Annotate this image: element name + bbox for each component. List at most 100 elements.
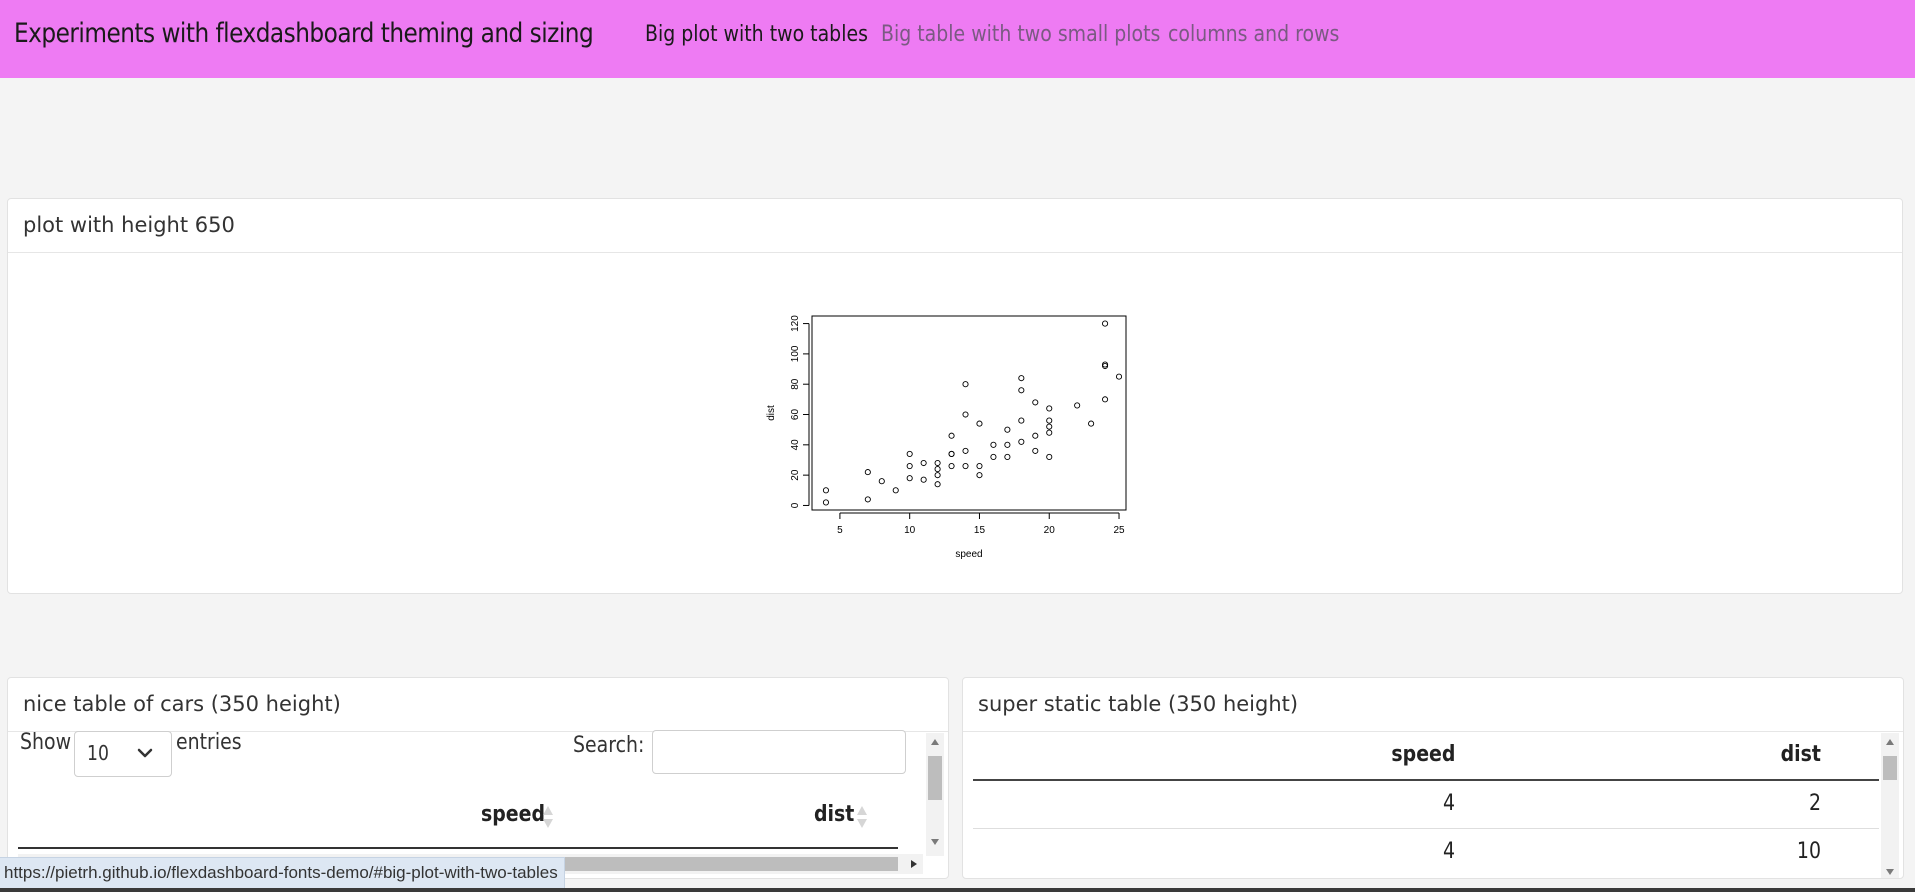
row-separator bbox=[973, 828, 1879, 829]
plot-frame bbox=[811, 315, 1127, 511]
data-point bbox=[1004, 426, 1011, 433]
sort-icon[interactable] bbox=[542, 804, 554, 830]
data-point bbox=[962, 411, 969, 418]
scrollbar-thumb[interactable] bbox=[1883, 756, 1897, 780]
data-point bbox=[1115, 373, 1123, 380]
scroll-right-icon[interactable] bbox=[911, 860, 917, 868]
column-header-speed: speed bbox=[1390, 742, 1455, 767]
table-cell: 4 bbox=[1442, 839, 1455, 864]
data-point bbox=[948, 462, 955, 470]
column-header-speed[interactable]: speed bbox=[481, 802, 545, 827]
data-point bbox=[906, 475, 913, 482]
entries-label: entries bbox=[176, 730, 242, 755]
navbar: Experiments with flexdashboard theming a… bbox=[0, 0, 1915, 78]
data-point bbox=[920, 459, 927, 467]
data-point bbox=[962, 462, 969, 470]
x-axis-label: speed bbox=[955, 549, 982, 560]
data-point bbox=[822, 487, 830, 494]
search-label: Search: bbox=[573, 733, 645, 758]
data-point bbox=[1032, 432, 1039, 439]
panel-divider bbox=[8, 252, 1902, 253]
data-point bbox=[976, 420, 983, 427]
data-point bbox=[1046, 417, 1053, 424]
data-point bbox=[878, 478, 885, 485]
data-point bbox=[990, 441, 997, 448]
data-point bbox=[976, 472, 983, 479]
data-point bbox=[1074, 402, 1081, 409]
sort-icon[interactable] bbox=[856, 804, 868, 830]
data-point bbox=[906, 450, 913, 457]
plot-panel: plot with height 650 5 10 15 20 25 0 20 40 60 80 1… bbox=[7, 198, 1903, 594]
dashboard-title[interactable]: Experiments with flexdashboard theming a… bbox=[14, 18, 594, 49]
page-length-select[interactable]: 10 bbox=[74, 731, 172, 777]
data-point bbox=[1018, 375, 1025, 382]
x-tick-label: 5 bbox=[837, 525, 843, 536]
data-point bbox=[1088, 420, 1095, 427]
data-point bbox=[1046, 429, 1053, 436]
y-tick-label: 40 bbox=[790, 439, 801, 451]
datatable-panel-title: nice table of cars (350 height) bbox=[23, 692, 341, 716]
x-tick-label: 20 bbox=[1044, 525, 1056, 536]
vertical-scrollbar[interactable] bbox=[926, 733, 944, 856]
plot-panel-title: plot with height 650 bbox=[23, 213, 235, 237]
scatter-plot: 5 10 15 20 25 0 20 40 60 80 100 120 speed dist bbox=[766, 315, 1127, 560]
table-cell: 4 bbox=[1442, 791, 1455, 816]
column-header-dist: dist bbox=[1780, 742, 1821, 767]
tab-big-table-with-two-small-plots[interactable]: Big table with two small plots bbox=[881, 22, 1160, 47]
scroll-down-icon[interactable] bbox=[1886, 869, 1894, 875]
header-separator bbox=[18, 847, 898, 849]
data-point bbox=[1032, 447, 1039, 454]
tab-columns-and-rows[interactable]: columns and rows bbox=[1168, 22, 1339, 47]
y-axis-label: dist bbox=[766, 405, 777, 421]
y-tick-label: 0 bbox=[790, 502, 801, 508]
header-separator bbox=[973, 779, 1879, 781]
data-point bbox=[1004, 441, 1011, 448]
data-point bbox=[1046, 453, 1053, 461]
x-tick-label: 15 bbox=[974, 525, 986, 536]
panel-divider bbox=[963, 731, 1903, 732]
data-point bbox=[906, 462, 913, 470]
data-point bbox=[1046, 423, 1053, 430]
data-point bbox=[1102, 396, 1109, 403]
data-point bbox=[1018, 438, 1025, 445]
data-point bbox=[962, 447, 969, 454]
data-point bbox=[934, 481, 941, 488]
x-tick-label: 10 bbox=[904, 525, 916, 536]
data-point bbox=[948, 450, 955, 457]
column-header-dist[interactable]: dist bbox=[814, 802, 854, 827]
data-point bbox=[864, 469, 871, 476]
scrollbar-thumb[interactable] bbox=[928, 756, 942, 800]
vertical-scrollbar[interactable] bbox=[1881, 733, 1899, 878]
data-point bbox=[934, 466, 941, 473]
data-point bbox=[990, 453, 997, 461]
page-length-value: 10 bbox=[87, 741, 109, 765]
data-point bbox=[1102, 320, 1109, 327]
x-tick-label: 25 bbox=[1113, 525, 1125, 536]
y-tick-label: 120 bbox=[790, 315, 801, 332]
search-input[interactable] bbox=[652, 730, 906, 774]
show-label: Show bbox=[20, 730, 72, 755]
table-cell: 2 bbox=[1808, 791, 1821, 816]
y-tick-label: 20 bbox=[790, 469, 801, 481]
data-point bbox=[892, 487, 899, 494]
static-table-panel: super static table (350 height) speed di… bbox=[962, 677, 1904, 879]
datatable-panel: nice table of cars (350 height) Show 10 … bbox=[7, 677, 949, 879]
table-cell: 10 bbox=[1796, 839, 1821, 864]
y-tick-label: 100 bbox=[790, 345, 801, 362]
data-point bbox=[948, 432, 955, 439]
scroll-up-icon[interactable] bbox=[1886, 739, 1894, 745]
data-point bbox=[976, 462, 983, 470]
static-table-panel-title: super static table (350 height) bbox=[978, 692, 1299, 716]
tab-big-plot-with-two-tables[interactable]: Big plot with two tables bbox=[645, 22, 868, 47]
y-tick-label: 80 bbox=[790, 378, 801, 390]
data-point bbox=[1018, 387, 1025, 394]
data-point bbox=[822, 499, 830, 506]
chevron-down-icon bbox=[137, 748, 153, 758]
link-status-bar: https://pietrh.github.io/flexdashboard-f… bbox=[0, 857, 565, 888]
y-tick-label: 60 bbox=[790, 409, 801, 421]
data-point bbox=[864, 496, 871, 503]
scroll-down-icon[interactable] bbox=[931, 839, 939, 845]
data-point bbox=[934, 459, 941, 467]
data-point bbox=[920, 476, 927, 483]
scroll-up-icon[interactable] bbox=[931, 739, 939, 745]
